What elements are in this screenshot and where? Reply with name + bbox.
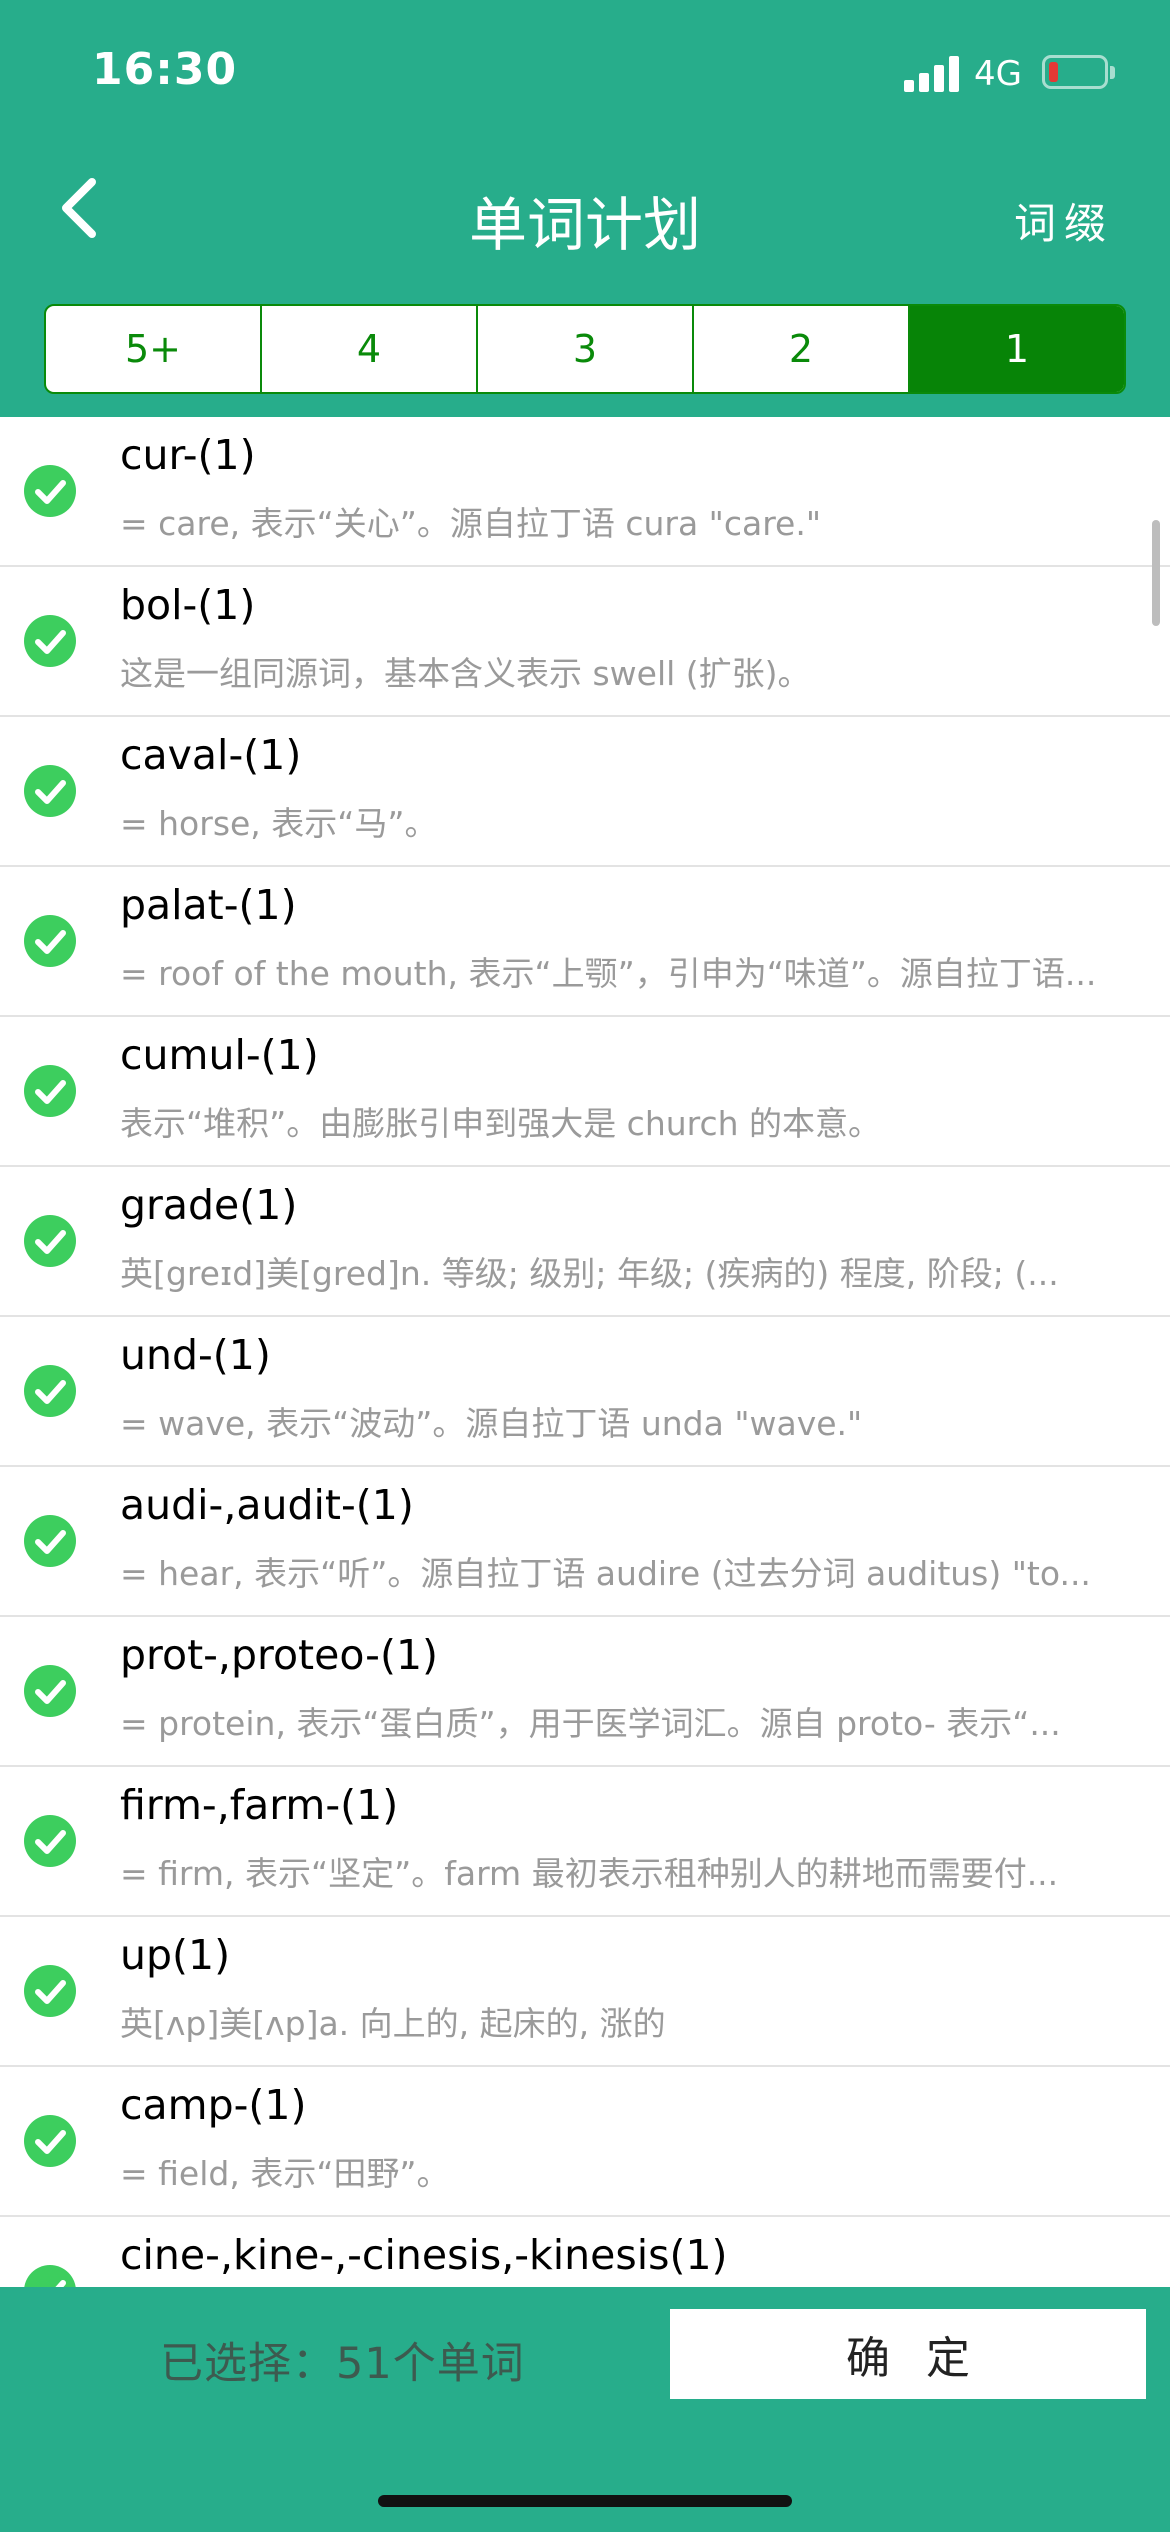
- word-title: camp-(1): [120, 2081, 307, 2129]
- word-title: grade(1): [120, 1181, 298, 1229]
- word-title: up(1): [120, 1931, 231, 1979]
- word-description: 这是一组同源词，基本含义表示 swell (扩张)。: [120, 654, 811, 693]
- list-item[interactable]: firm-,farm-(1) = firm, 表示“坚定”。farm 最初表示租种…: [0, 1767, 1170, 1917]
- word-description: = field, 表示“田野”。: [120, 2154, 450, 2193]
- affix-button[interactable]: 词缀: [1014, 190, 1114, 251]
- segment-4[interactable]: 4: [260, 306, 476, 392]
- segment-3[interactable]: 3: [476, 306, 692, 392]
- scroll-indicator: [1152, 520, 1160, 626]
- word-title: cur-(1): [120, 431, 256, 479]
- checkmark-icon[interactable]: [24, 615, 76, 667]
- confirm-button[interactable]: 确定: [670, 2309, 1146, 2399]
- word-description: = horse, 表示“马”。: [120, 804, 438, 843]
- word-description: = firm, 表示“坚定”。farm 最初表示租种别人的耕地而需要付...: [120, 1854, 1059, 1893]
- word-description: 英[greɪd]美[gred]n. 等级; 级别; 年级; (疾病的) 程度, …: [120, 1254, 1059, 1293]
- word-description: = hear, 表示“听”。源自拉丁语 audire (过去分词 auditus…: [120, 1554, 1091, 1593]
- word-title: bol-(1): [120, 581, 256, 629]
- battery-icon: [1042, 55, 1108, 89]
- word-title: cumul-(1): [120, 1031, 319, 1079]
- checkmark-icon[interactable]: [24, 1065, 76, 1117]
- checkmark-icon[interactable]: [24, 1815, 76, 1867]
- list-item[interactable]: grade(1) 英[greɪd]美[gred]n. 等级; 级别; 年级; (疾…: [0, 1167, 1170, 1317]
- home-indicator: [378, 2495, 792, 2507]
- word-description: 英[ʌp]美[ʌp]a. 向上的, 起床的, 涨的: [120, 2004, 666, 2043]
- level-segmented-control: 5+ 4 3 2 1: [44, 304, 1126, 394]
- checkmark-icon[interactable]: [24, 915, 76, 967]
- word-description: = wave, 表示“波动”。源自拉丁语 unda "wave.": [120, 1404, 863, 1443]
- word-list[interactable]: cur-(1) = care, 表示“关心”。源自拉丁语 cura "care."…: [0, 417, 1170, 2287]
- list-item[interactable]: camp-(1) = field, 表示“田野”。: [0, 2067, 1170, 2217]
- header: 16:30 4G 单词计划 词缀 5+ 4 3 2 1: [0, 0, 1170, 417]
- word-description: = roof of the mouth, 表示“上颚”，引申为“味道”。源自拉丁…: [120, 954, 1097, 993]
- list-item[interactable]: up(1) 英[ʌp]美[ʌp]a. 向上的, 起床的, 涨的: [0, 1917, 1170, 2067]
- list-item[interactable]: cur-(1) = care, 表示“关心”。源自拉丁语 cura "care.": [0, 417, 1170, 567]
- battery-cap: [1110, 66, 1115, 79]
- battery-level: [1049, 62, 1058, 82]
- list-item[interactable]: caval-(1) = horse, 表示“马”。: [0, 717, 1170, 867]
- checkmark-icon[interactable]: [24, 465, 76, 517]
- status-bar: 16:30 4G: [0, 0, 1170, 140]
- segment-5-plus[interactable]: 5+: [46, 306, 260, 392]
- word-description: = care, 表示“关心”。源自拉丁语 cura "care.": [120, 504, 822, 543]
- list-item[interactable]: cine-,kine-,-cinesis,-kinesis(1): [0, 2217, 1170, 2287]
- word-title: und-(1): [120, 1331, 271, 1379]
- status-time: 16:30: [92, 44, 238, 95]
- word-title: palat-(1): [120, 881, 297, 929]
- footer: 已选择：51个单词 确定: [0, 2287, 1170, 2532]
- word-title: caval-(1): [120, 731, 302, 779]
- word-title: prot-,proteo-(1): [120, 1631, 439, 1679]
- word-title: audi-,audit-(1): [120, 1481, 414, 1529]
- word-title: firm-,farm-(1): [120, 1781, 399, 1829]
- segment-2[interactable]: 2: [692, 306, 908, 392]
- page-title: 单词计划: [468, 191, 701, 259]
- checkmark-icon[interactable]: [24, 765, 76, 817]
- list-item[interactable]: bol-(1) 这是一组同源词，基本含义表示 swell (扩张)。: [0, 567, 1170, 717]
- network-type: 4G: [974, 54, 1022, 94]
- chevron-left-icon: [62, 178, 96, 238]
- word-description: 表示“堆积”。由膨胀引申到强大是 church 的本意。: [120, 1104, 882, 1143]
- word-title: cine-,kine-,-cinesis,-kinesis(1): [120, 2231, 728, 2279]
- word-description: = protein, 表示“蛋白质”，用于医学词汇。源自 proto- 表示“.…: [120, 1704, 1061, 1743]
- list-item[interactable]: und-(1) = wave, 表示“波动”。源自拉丁语 unda "wave.": [0, 1317, 1170, 1467]
- word-plan-screen: 16:30 4G 单词计划 词缀 5+ 4 3 2 1 cur-(1) = ca…: [0, 0, 1170, 2532]
- checkmark-icon[interactable]: [24, 2265, 76, 2287]
- checkmark-icon[interactable]: [24, 2115, 76, 2167]
- back-button[interactable]: [48, 168, 108, 248]
- list-item[interactable]: palat-(1) = roof of the mouth, 表示“上颚”，引申为…: [0, 867, 1170, 1017]
- checkmark-icon[interactable]: [24, 1215, 76, 1267]
- list-item[interactable]: cumul-(1) 表示“堆积”。由膨胀引申到强大是 church 的本意。: [0, 1017, 1170, 1167]
- checkmark-icon[interactable]: [24, 1665, 76, 1717]
- cellular-signal-icon: [904, 56, 960, 92]
- checkmark-icon[interactable]: [24, 1365, 76, 1417]
- nav-bar: 单词计划 词缀: [0, 140, 1170, 290]
- checkmark-icon[interactable]: [24, 1965, 76, 2017]
- checkmark-icon[interactable]: [24, 1515, 76, 1567]
- selected-count: 已选择：51个单词: [160, 2339, 525, 2389]
- segment-1[interactable]: 1: [908, 306, 1124, 392]
- list-item[interactable]: prot-,proteo-(1) = protein, 表示“蛋白质”，用于医学词…: [0, 1617, 1170, 1767]
- list-item[interactable]: audi-,audit-(1) = hear, 表示“听”。源自拉丁语 audir…: [0, 1467, 1170, 1617]
